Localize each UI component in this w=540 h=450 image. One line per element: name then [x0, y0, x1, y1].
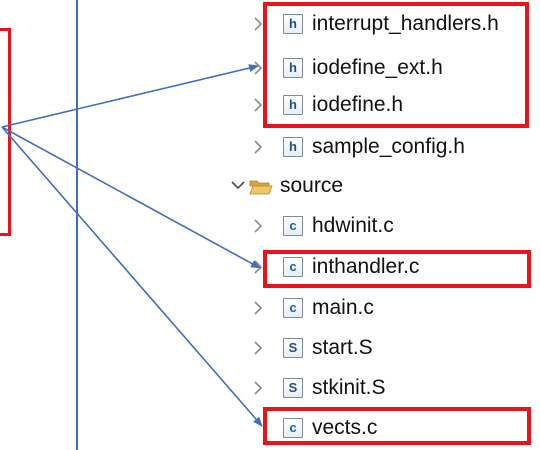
annotation-arrows	[1, 64, 263, 427]
arrow-to-iodefine-ext	[1, 64, 259, 128]
arrow-to-inthandler	[1, 126, 261, 269]
arrow-to-vects	[1, 126, 263, 427]
project-explorer-tree: h interrupt_handlers.h h iodefine_ext.h …	[0, 0, 540, 450]
